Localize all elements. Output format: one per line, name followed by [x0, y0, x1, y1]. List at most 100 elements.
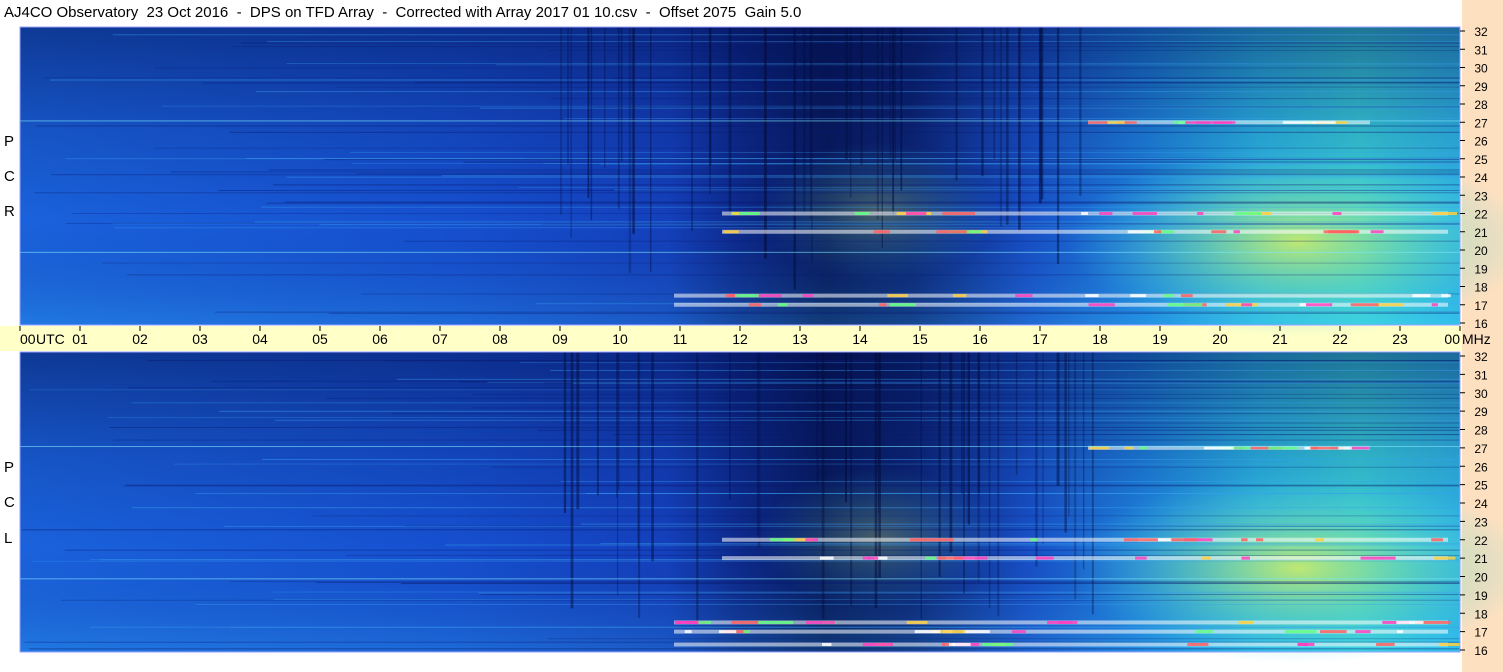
time-tick-label: 14 — [852, 331, 868, 347]
spectrum-vertical-striation — [876, 27, 879, 220]
interference-speck — [867, 556, 879, 560]
spectrum-vertical-striation — [1040, 27, 1044, 200]
interference-speck — [1360, 556, 1396, 560]
spectrum-vertical-striation — [1082, 352, 1085, 570]
spectrum-texture-line — [34, 192, 1461, 194]
spectrum-texture-line — [230, 581, 1461, 583]
spectrum-texture-line — [22, 529, 1461, 531]
spectrum-vertical-striation — [889, 27, 892, 160]
interference-speck — [1169, 538, 1199, 542]
spectrum-vertical-striation — [567, 27, 569, 165]
spectrum-texture-line — [441, 175, 1460, 177]
time-tick-label: 07 — [432, 331, 448, 347]
spectrum-texture-line — [112, 223, 1461, 225]
interference-speck — [854, 212, 870, 215]
spectrum-texture-line — [491, 466, 1460, 468]
interference-speck — [1433, 556, 1456, 560]
spectrum-vertical-striation — [628, 27, 632, 274]
interference-speck — [1438, 642, 1460, 646]
interference-speck — [731, 620, 761, 624]
interference-speck — [962, 630, 990, 634]
spectrum-texture-line — [267, 41, 1461, 43]
spectrum-texture-line — [230, 131, 1460, 133]
interference-speck — [982, 642, 1013, 646]
interference-speck — [1241, 556, 1250, 560]
interference-speck — [1127, 230, 1159, 234]
interference-speck — [758, 620, 794, 624]
spectrum-texture-line — [550, 98, 1460, 100]
interference-speck — [734, 294, 759, 298]
spectrum-vertical-striation — [961, 352, 963, 495]
spectrum-vertical-striation — [570, 27, 573, 238]
spectrum-texture-line — [550, 369, 1460, 371]
spectrum-texture-line — [261, 206, 1461, 208]
spectrum-texture-line — [328, 312, 1460, 314]
interference-speck — [1441, 294, 1451, 298]
interference-speck — [674, 620, 699, 624]
interference-speck — [889, 303, 916, 307]
spectrum-vertical-striation — [604, 27, 606, 169]
spectrum-vertical-striation — [967, 352, 970, 525]
frequency-tick-label: 21 — [1474, 552, 1488, 566]
spectrum-vertical-striation — [999, 27, 1003, 227]
spectrum-texture-line — [268, 169, 1461, 171]
spectrum-texture-line — [445, 544, 1461, 546]
spectrum-texture-line — [113, 439, 1460, 441]
spectrum-texture-line — [273, 599, 1461, 601]
interference-speck — [1370, 230, 1384, 234]
spectrum-vertical-striation — [617, 27, 620, 209]
spectrum-vertical-striation — [811, 27, 813, 263]
spectrum-vertical-striation — [570, 352, 574, 609]
spectrum-texture-line — [336, 86, 1460, 88]
interference-speck — [1376, 642, 1395, 646]
interference-speck — [1298, 642, 1309, 646]
interference-speck — [1166, 303, 1203, 307]
frequency-tick-label: 16 — [1474, 644, 1488, 658]
spectrum-vertical-striation — [596, 352, 599, 496]
spectrum-texture-line — [229, 626, 1460, 628]
spectrum-texture-line — [275, 419, 1461, 421]
time-tick-label: 18 — [1092, 331, 1108, 347]
frequency-tick-label: 30 — [1474, 387, 1488, 401]
spectrum-vertical-striation — [844, 352, 847, 503]
interference-speck — [1332, 212, 1342, 215]
interference-speck — [822, 642, 832, 646]
spectrum-texture-line — [472, 407, 1460, 409]
spectrum-vertical-striation — [757, 352, 761, 548]
spectrum-texture-line — [600, 543, 1460, 545]
spectrum-texture-line — [271, 591, 1461, 593]
interference-band — [674, 642, 1448, 647]
interference-speck — [1431, 303, 1438, 307]
frequency-tick-label: 21 — [1474, 226, 1488, 240]
frequency-tick-label: 32 — [1474, 350, 1488, 364]
spectrum-vertical-striation — [651, 352, 654, 562]
spectrum-texture-line — [319, 224, 1460, 226]
spectrum-vertical-striation — [696, 352, 699, 621]
interference-speck — [1396, 620, 1424, 624]
frequency-tick-label: 23 — [1474, 189, 1488, 203]
spectrum-texture-line — [392, 413, 1460, 415]
spectrum-vertical-striation — [816, 352, 819, 484]
interference-speck — [1180, 294, 1193, 298]
spectrum-vertical-striation — [809, 27, 812, 219]
frequency-tick-label: 26 — [1474, 135, 1488, 149]
interference-speck — [917, 538, 954, 542]
spectrum-texture-line — [581, 523, 1460, 525]
frequency-tick-label: 25 — [1474, 153, 1488, 167]
spectrum-texture-line — [593, 106, 1460, 108]
time-tick-label: 08 — [492, 331, 508, 347]
interference-speck — [1163, 294, 1175, 298]
frequency-tick-label: 26 — [1474, 460, 1488, 474]
frequency-tick-label: 18 — [1474, 607, 1488, 621]
frequency-tick-label: 29 — [1474, 405, 1488, 419]
carrier-line — [20, 120, 1460, 122]
frequency-tick-label: 19 — [1474, 589, 1488, 603]
spectrum-texture-line — [195, 493, 1460, 495]
spectrum-texture-line — [403, 240, 1461, 242]
time-tick-label: 03 — [192, 331, 208, 347]
interference-speck — [684, 630, 692, 634]
spectrum-vertical-striation — [793, 27, 796, 290]
interference-speck — [1412, 294, 1431, 298]
spectrum-vertical-striation — [563, 352, 567, 513]
spectrum-texture-line — [518, 187, 1460, 189]
